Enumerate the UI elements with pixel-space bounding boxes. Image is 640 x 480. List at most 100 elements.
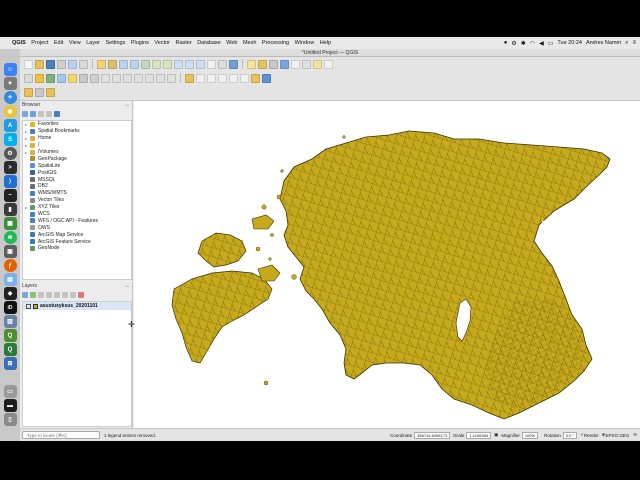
temporal-controller-icon[interactable]	[218, 59, 227, 69]
id-editor-icon[interactable]: iD	[3, 301, 17, 314]
system-preferences-icon[interactable]: ⚙	[3, 147, 17, 160]
browser-tree[interactable]: ▸ Favorites ▸ Spatial Bookmarks ▸ Home ▸ / ▸…	[22, 120, 132, 280]
layout-manager-icon[interactable]	[79, 59, 88, 69]
tree-item-wcs[interactable]: WCS	[23, 211, 131, 218]
island-vormsi[interactable]	[251, 214, 275, 230]
vertex-tool-icon[interactable]	[101, 73, 110, 83]
tree-item-spatial-bookmarks[interactable]: ▸ Spatial Bookmarks	[23, 128, 131, 135]
clock[interactable]: Tue 20:24	[557, 40, 582, 46]
menu-plugins[interactable]: Plugins	[131, 40, 149, 46]
tree-item-postgis[interactable]: PostGIS	[23, 169, 131, 176]
menu-raster[interactable]: Raster	[175, 40, 191, 46]
magnifier-spinbox[interactable]: 100%	[521, 431, 539, 439]
terminal-icon[interactable]: >	[3, 161, 17, 174]
firefox-icon[interactable]: ƒ	[3, 259, 17, 272]
tree-item-geopackage[interactable]: GeoPackage	[23, 155, 131, 162]
menu-edit[interactable]: Edit	[54, 40, 63, 46]
layer-row[interactable]: ✓ asustusyksus_20201101	[23, 302, 131, 310]
add-selected-layers-icon[interactable]	[22, 110, 28, 117]
launchpad-icon[interactable]: ✦	[3, 77, 17, 90]
island-saaremaa[interactable]	[171, 270, 273, 364]
field-calculator-icon[interactable]	[280, 59, 289, 69]
label-move-icon[interactable]	[218, 73, 227, 83]
label-tool-icon[interactable]	[185, 73, 194, 83]
tree-item-home[interactable]: ▸ Home	[23, 135, 131, 142]
spreadsheet-icon[interactable]: ▦	[3, 217, 17, 230]
activity-monitor-icon[interactable]: ~	[3, 189, 17, 202]
attribute-table-icon[interactable]	[269, 59, 278, 69]
measure-icon[interactable]	[302, 59, 311, 69]
qgis-icon[interactable]: Q	[3, 329, 17, 342]
zoom-out-icon[interactable]	[130, 59, 139, 69]
collapse-all-icon[interactable]	[70, 291, 76, 298]
delete-selected-icon[interactable]	[112, 73, 121, 83]
zoom-full-icon[interactable]	[141, 59, 150, 69]
mainland[interactable]	[279, 130, 611, 420]
save-as-icon[interactable]	[57, 59, 66, 69]
inkscape-icon[interactable]: ◆	[3, 287, 17, 300]
vscode-icon[interactable]: ⟩	[3, 175, 17, 188]
tree-item-favorites[interactable]: ▸ Favorites	[23, 121, 131, 128]
tree-item-arcgis-map-service[interactable]: ArcGIS Map Service	[23, 231, 131, 238]
tree-item-wfs[interactable]: WFS / OGC API - Features	[23, 217, 131, 224]
tree-item-wms-wmts[interactable]: WMS/WMTS	[23, 190, 131, 197]
documents-folder-icon[interactable]: ▭	[3, 385, 17, 398]
locator-search-input[interactable]	[22, 431, 100, 439]
menu-database[interactable]: Database	[197, 40, 221, 46]
digitize-icon[interactable]	[90, 73, 99, 83]
undo-icon[interactable]	[156, 73, 165, 83]
island-hiiumaa[interactable]	[197, 232, 247, 268]
add-raster-layer-icon[interactable]	[35, 87, 44, 97]
zoom-last-icon[interactable]	[185, 59, 194, 69]
search-icon[interactable]: ⌕	[625, 40, 628, 47]
add-group-icon[interactable]	[30, 291, 36, 298]
menu-view[interactable]: View	[69, 40, 81, 46]
skype-icon[interactable]: S	[3, 133, 17, 146]
data-source-manager-icon[interactable]	[24, 73, 33, 83]
menu-window[interactable]: Window	[295, 40, 315, 46]
trash-icon[interactable]: ▯	[3, 413, 17, 426]
tree-item-mssql[interactable]: MSSQL	[23, 176, 131, 183]
remove-layer-icon[interactable]	[78, 291, 84, 298]
layer-list[interactable]: ✓ asustusyksus_20201101	[22, 301, 132, 427]
screenshot-icon[interactable]: ▣	[3, 245, 17, 258]
layer-symbol-swatch[interactable]	[33, 303, 38, 309]
paste-features-icon[interactable]	[145, 73, 154, 83]
battery-icon[interactable]: ▭	[548, 40, 554, 47]
terminal-alt-icon[interactable]: ▮	[3, 203, 17, 216]
tree-item-geonode[interactable]: GeoNode	[23, 245, 131, 252]
redo-icon[interactable]	[167, 73, 176, 83]
estonia-map[interactable]	[134, 101, 640, 428]
copy-features-icon[interactable]	[134, 73, 143, 83]
new-project-icon[interactable]	[24, 59, 33, 69]
panel-close-icon[interactable]: ▫▫	[125, 102, 129, 110]
zoom-native-icon[interactable]	[174, 59, 183, 69]
control-center-icon[interactable]: ≡	[632, 40, 636, 46]
cut-features-icon[interactable]	[123, 73, 132, 83]
refresh-icon[interactable]	[229, 59, 238, 69]
filter-icon[interactable]	[38, 110, 44, 117]
menu-settings[interactable]: Settings	[105, 40, 125, 46]
toggle-editing-icon[interactable]	[68, 73, 77, 83]
appstore-icon[interactable]: A	[3, 119, 17, 132]
safari-icon[interactable]: ✧	[3, 91, 17, 104]
pan-to-selection-icon[interactable]	[108, 59, 117, 69]
label-show-icon[interactable]	[207, 73, 216, 83]
filter-by-expression-icon[interactable]	[54, 291, 60, 298]
label-pin-icon[interactable]	[196, 73, 205, 83]
menu-vector[interactable]: Vector	[154, 40, 170, 46]
expand-all-icon[interactable]	[62, 291, 68, 298]
calculator-icon[interactable]: ▥	[3, 315, 17, 328]
screen-thumb-icon[interactable]: ▬	[3, 399, 17, 412]
new-map-view-icon[interactable]	[207, 59, 216, 69]
spotify-icon[interactable]: ≋	[3, 231, 17, 244]
save-edits-icon[interactable]	[79, 73, 88, 83]
wifi-icon[interactable]: ◠	[530, 40, 535, 47]
map-canvas[interactable]	[134, 101, 640, 428]
properties-icon[interactable]	[54, 110, 60, 117]
manage-map-themes-icon[interactable]	[38, 291, 44, 298]
label-rotate-icon[interactable]	[229, 73, 238, 83]
menu-app-qgis[interactable]: QGIS	[12, 40, 26, 46]
add-wms-layer-icon[interactable]	[46, 87, 55, 97]
settings-icon[interactable]: ⚙	[511, 40, 516, 47]
